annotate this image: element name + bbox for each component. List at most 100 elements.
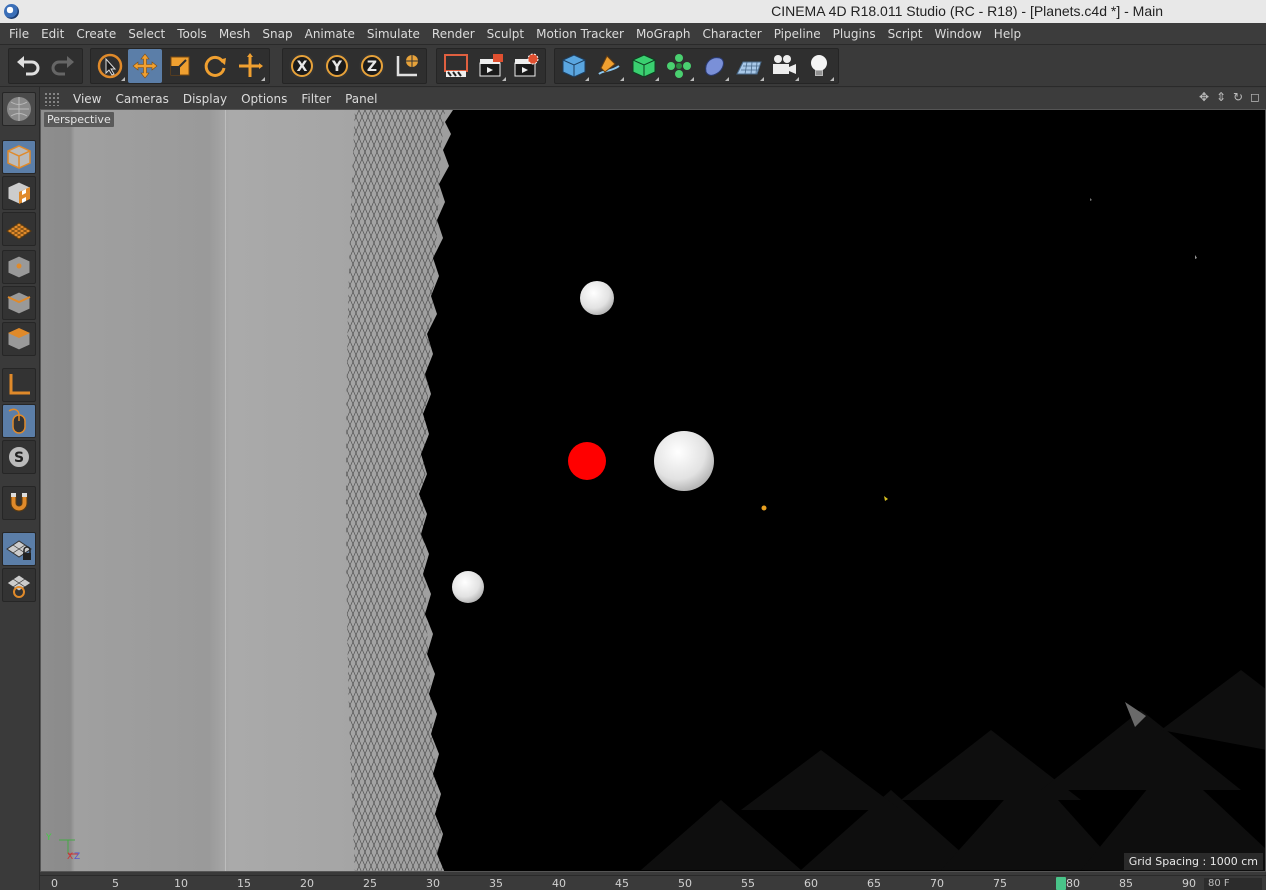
solo-s-icon: S [7, 445, 31, 469]
viewport-menu-panel[interactable]: Panel [338, 92, 384, 106]
recent-tool-button[interactable] [233, 49, 267, 83]
timeline-tick: 0 [51, 877, 58, 890]
menu-render[interactable]: Render [426, 27, 481, 41]
white-planet-top[interactable] [580, 281, 614, 315]
left-toolbar: S [0, 87, 40, 890]
floor-button[interactable] [732, 49, 766, 83]
menu-simulate[interactable]: Simulate [361, 27, 426, 41]
menu-mograph[interactable]: MoGraph [630, 27, 697, 41]
menu-edit[interactable]: Edit [35, 27, 70, 41]
camera-button[interactable] [767, 49, 801, 83]
tweak-mode-button[interactable] [2, 404, 36, 438]
undo-button[interactable] [11, 49, 45, 83]
viewport-menu-filter[interactable]: Filter [294, 92, 338, 106]
points-mode-button[interactable] [2, 250, 36, 284]
z-axis-lock-button[interactable]: Z [355, 49, 389, 83]
pen-icon [598, 55, 620, 75]
x-axis-lock-button[interactable]: X [285, 49, 319, 83]
white-planet-large[interactable] [654, 431, 714, 491]
make-editable-icon [7, 97, 31, 121]
camera-label[interactable]: Perspective [44, 112, 114, 127]
menu-motion-tracker[interactable]: Motion Tracker [530, 27, 630, 41]
polygons-mode-button[interactable] [2, 322, 36, 356]
render-view-button[interactable] [474, 49, 508, 83]
viewport-menu-bar: View Cameras Display Options Filter Pane… [40, 88, 1266, 109]
menu-select[interactable]: Select [122, 27, 171, 41]
viewport-menu-cameras[interactable]: Cameras [108, 92, 175, 106]
axis-z-label: Z [74, 852, 81, 862]
texture-mode-button[interactable] [2, 176, 36, 210]
red-planet[interactable] [568, 442, 606, 480]
perspective-viewport[interactable]: Perspective Y X Z Grid Spacing : 1000 cm [40, 109, 1266, 872]
timeline-ruler[interactable]: 0 5 10 15 20 25 30 35 40 45 50 55 60 65 … [40, 875, 1266, 890]
timeline-tick: 85 [1119, 877, 1133, 890]
subdivision-icon [632, 54, 656, 78]
rotate-icon [204, 55, 226, 77]
menu-script[interactable]: Script [882, 27, 929, 41]
timeline-tick: 50 [678, 877, 692, 890]
rotate-view-icon[interactable]: ↻ [1231, 90, 1245, 104]
menu-window[interactable]: Window [928, 27, 987, 41]
axis-mode-button[interactable] [2, 368, 36, 402]
viewport-menu-view[interactable]: View [66, 92, 108, 106]
live-selection-button[interactable] [93, 49, 127, 83]
menu-create[interactable]: Create [70, 27, 122, 41]
pen-button[interactable] [592, 49, 626, 83]
y-axis-lock-button[interactable]: Y [320, 49, 354, 83]
menu-help[interactable]: Help [988, 27, 1027, 41]
zoom-view-icon[interactable]: ⇕ [1214, 90, 1228, 104]
deformer-button[interactable] [697, 49, 731, 83]
menu-animate[interactable]: Animate [299, 27, 361, 41]
viewport-menu-display[interactable]: Display [176, 92, 234, 106]
timeline-tick: 35 [489, 877, 503, 890]
history-group [8, 48, 83, 84]
menu-plugins[interactable]: Plugins [827, 27, 882, 41]
redo-button[interactable] [46, 49, 80, 83]
menu-file[interactable]: File [3, 27, 35, 41]
timeline-playhead[interactable] [1056, 877, 1066, 890]
solo-mode-button[interactable]: S [2, 440, 36, 474]
toggle-layout-icon[interactable]: ◻ [1248, 90, 1262, 104]
menu-character[interactable]: Character [696, 27, 767, 41]
snap-button[interactable] [2, 486, 36, 520]
subdivision-button[interactable] [627, 49, 661, 83]
timeline-tick: 25 [363, 877, 377, 890]
points-cube-icon [7, 255, 31, 279]
menu-tools[interactable]: Tools [171, 27, 213, 41]
end-frame-field[interactable]: 80 F [1204, 878, 1262, 890]
model-mode-button[interactable] [2, 140, 36, 174]
texture-checker-icon [7, 181, 31, 205]
coordinate-system-button[interactable] [390, 49, 424, 83]
axis-lock-group: X Y Z [282, 48, 427, 84]
cube-button[interactable] [557, 49, 591, 83]
viewport-grip-handle[interactable] [44, 91, 60, 106]
menu-snap[interactable]: Snap [256, 27, 298, 41]
grid-rotate-icon [6, 574, 32, 598]
workplane-options-button[interactable] [2, 568, 36, 602]
timeline-tick: 60 [804, 877, 818, 890]
render-settings-button[interactable] [509, 49, 543, 83]
menu-pipeline[interactable]: Pipeline [768, 27, 827, 41]
workplane-mode-button[interactable] [2, 212, 36, 246]
window-title: CINEMA 4D R18.011 Studio (RC - R18) - [P… [771, 3, 1163, 19]
rotate-button[interactable] [198, 49, 232, 83]
scale-button[interactable] [163, 49, 197, 83]
menu-sculpt[interactable]: Sculpt [481, 27, 530, 41]
edges-mode-button[interactable] [2, 286, 36, 320]
make-editable-button[interactable] [2, 92, 36, 126]
scene-canvas [59, 110, 1265, 871]
viewport-menu-options[interactable]: Options [234, 92, 294, 106]
live-selection-icon [97, 53, 123, 79]
render-region-button[interactable] [439, 49, 473, 83]
cinema4d-app-icon[interactable] [4, 4, 19, 19]
timeline-tick: 30 [426, 877, 440, 890]
deformer-icon [705, 57, 724, 76]
small-orange-moon[interactable] [761, 505, 767, 511]
lock-workplane-button[interactable] [2, 532, 36, 566]
cloner-button[interactable] [662, 49, 696, 83]
light-button[interactable] [802, 49, 836, 83]
white-planet-bottom[interactable] [452, 571, 484, 603]
menu-mesh[interactable]: Mesh [213, 27, 257, 41]
pan-view-icon[interactable]: ✥ [1197, 90, 1211, 104]
move-button[interactable] [128, 49, 162, 83]
